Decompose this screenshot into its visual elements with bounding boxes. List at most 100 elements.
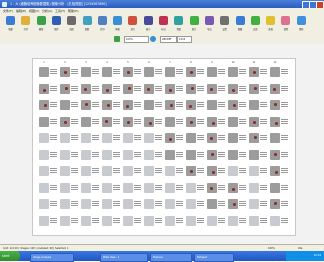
well-image[interactable] bbox=[39, 166, 49, 176]
well-image[interactable] bbox=[186, 182, 196, 193]
well-image[interactable] bbox=[144, 182, 154, 193]
well-image[interactable] bbox=[81, 116, 91, 127]
well-image[interactable] bbox=[39, 83, 49, 94]
task-notepad[interactable]: Notepad bbox=[194, 252, 234, 262]
well-image[interactable] bbox=[165, 83, 175, 94]
stats-button[interactable]: 统计 bbox=[188, 16, 201, 33]
well-image[interactable] bbox=[60, 133, 70, 143]
well-image[interactable] bbox=[144, 149, 154, 160]
well-image[interactable] bbox=[207, 199, 217, 209]
well-image[interactable] bbox=[165, 67, 175, 77]
well-image[interactable] bbox=[165, 133, 175, 143]
well-image[interactable] bbox=[228, 149, 238, 160]
menu-view[interactable]: 视图(V) bbox=[29, 9, 39, 13]
well-image[interactable] bbox=[249, 166, 259, 176]
well-image[interactable] bbox=[39, 149, 49, 160]
well-image[interactable] bbox=[60, 199, 70, 209]
well-image[interactable] bbox=[123, 199, 133, 209]
well-image[interactable] bbox=[270, 215, 280, 226]
well-image[interactable] bbox=[102, 215, 112, 226]
well-image[interactable] bbox=[186, 116, 196, 127]
well-image[interactable] bbox=[81, 67, 91, 77]
well-image[interactable] bbox=[102, 133, 112, 143]
well-image[interactable] bbox=[207, 67, 217, 77]
globe-icon[interactable] bbox=[150, 36, 156, 42]
well-image[interactable] bbox=[228, 166, 238, 176]
well-image[interactable] bbox=[249, 199, 259, 209]
well-image[interactable] bbox=[249, 133, 259, 143]
well-image[interactable] bbox=[165, 100, 175, 110]
well-image[interactable] bbox=[249, 83, 259, 94]
well-image[interactable] bbox=[123, 83, 133, 94]
well-image[interactable] bbox=[39, 182, 49, 193]
well-image[interactable] bbox=[39, 199, 49, 209]
field-b[interactable]: 1234 bbox=[177, 36, 192, 43]
well-image[interactable] bbox=[81, 133, 91, 143]
well-image[interactable] bbox=[186, 67, 196, 77]
well-image[interactable] bbox=[186, 100, 196, 110]
well-image[interactable] bbox=[123, 100, 133, 110]
well-image[interactable] bbox=[249, 182, 259, 193]
well-image[interactable] bbox=[102, 182, 112, 193]
well-image[interactable] bbox=[144, 67, 154, 77]
menu-analyze[interactable]: 分析(A) bbox=[42, 9, 52, 13]
well-image[interactable] bbox=[123, 149, 133, 160]
well-image[interactable] bbox=[60, 149, 70, 160]
well-image[interactable] bbox=[81, 149, 91, 160]
help-button[interactable]: 帮助 bbox=[295, 16, 308, 33]
well-image[interactable] bbox=[123, 182, 133, 193]
well-image[interactable] bbox=[186, 149, 196, 160]
well-image[interactable] bbox=[39, 67, 49, 77]
well-image[interactable] bbox=[123, 166, 133, 176]
well-image[interactable] bbox=[60, 116, 70, 127]
well-image[interactable] bbox=[60, 166, 70, 176]
well-image[interactable] bbox=[60, 83, 70, 94]
plate-icon[interactable] bbox=[114, 36, 120, 42]
well-image[interactable] bbox=[102, 116, 112, 127]
well-image[interactable] bbox=[228, 133, 238, 143]
well-image[interactable] bbox=[228, 215, 238, 226]
select-button[interactable]: 选择 bbox=[264, 16, 277, 33]
grid-button[interactable]: 网格 bbox=[111, 16, 124, 33]
clear-button[interactable]: 清除 bbox=[279, 16, 292, 33]
well-image[interactable] bbox=[144, 166, 154, 176]
save-button[interactable]: 保存 bbox=[50, 16, 63, 33]
field-a[interactable]: ABCDEF bbox=[160, 36, 177, 43]
well-image[interactable] bbox=[228, 83, 238, 94]
well-image[interactable] bbox=[60, 100, 70, 110]
zoom-out-button[interactable]: 缩小 bbox=[142, 16, 155, 33]
well-image[interactable] bbox=[207, 83, 217, 94]
well-image[interactable] bbox=[123, 67, 133, 77]
well-image[interactable] bbox=[144, 199, 154, 209]
marker-button[interactable]: 标记 bbox=[157, 16, 170, 33]
well-image[interactable] bbox=[39, 100, 49, 110]
well-image[interactable] bbox=[144, 116, 154, 127]
well-image[interactable] bbox=[270, 133, 280, 143]
refresh-button[interactable]: 刷新 bbox=[35, 16, 48, 33]
well-image[interactable] bbox=[165, 116, 175, 127]
menu-tools[interactable]: 工具(T) bbox=[55, 9, 65, 13]
camera-button[interactable]: 拍照 bbox=[65, 16, 78, 33]
well-image[interactable] bbox=[270, 83, 280, 94]
well-image[interactable] bbox=[165, 166, 175, 176]
well-image[interactable] bbox=[144, 100, 154, 110]
well-image[interactable] bbox=[207, 166, 217, 176]
export-button[interactable]: 导出 bbox=[203, 16, 216, 33]
well-image[interactable] bbox=[270, 100, 280, 110]
well-image[interactable] bbox=[165, 182, 175, 193]
well-image[interactable] bbox=[60, 182, 70, 193]
well-image[interactable] bbox=[249, 149, 259, 160]
well-image[interactable] bbox=[249, 67, 259, 77]
well-image[interactable] bbox=[165, 215, 175, 226]
well-image[interactable] bbox=[186, 215, 196, 226]
well-image[interactable] bbox=[207, 133, 217, 143]
well-image[interactable] bbox=[207, 215, 217, 226]
start-button[interactable]: start bbox=[0, 251, 20, 261]
well-image[interactable] bbox=[207, 182, 217, 193]
print-button[interactable]: 打印 bbox=[96, 16, 109, 33]
well-image[interactable] bbox=[165, 149, 175, 160]
well-image[interactable] bbox=[102, 166, 112, 176]
task-explorer[interactable]: Explorer bbox=[150, 252, 192, 262]
well-image[interactable] bbox=[228, 100, 238, 110]
well-image[interactable] bbox=[102, 83, 112, 94]
